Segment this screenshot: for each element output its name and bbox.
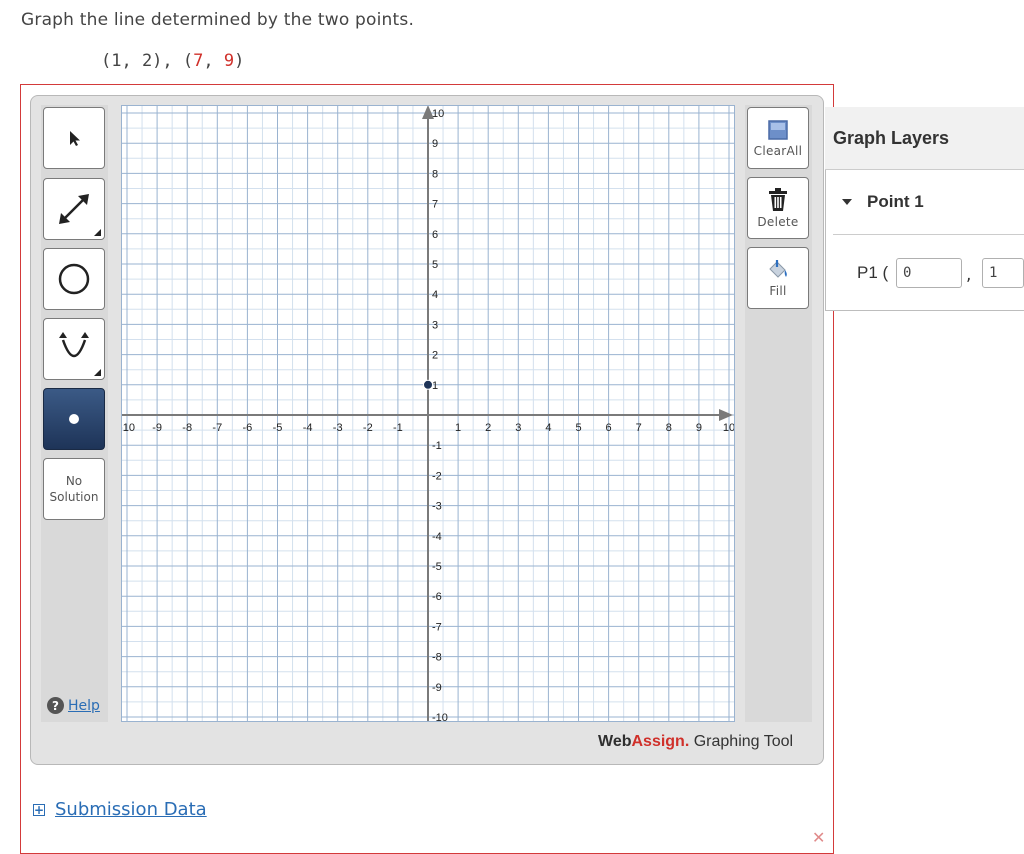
delete-button[interactable]: Delete — [747, 177, 809, 239]
p1-comma: , — [966, 265, 972, 285]
x-tick-label: -10 — [121, 422, 135, 434]
parabola-icon — [59, 332, 89, 358]
circle-icon — [58, 263, 90, 295]
x-tick-label: -4 — [303, 422, 313, 434]
y-tick-label: -2 — [432, 470, 442, 482]
help-icon: ? — [47, 697, 64, 714]
y-tick-label: 7 — [432, 199, 438, 211]
x-tick-label: -9 — [152, 422, 162, 434]
x-tick-label: -6 — [243, 422, 253, 434]
y-tick-label: -8 — [432, 652, 442, 664]
x-tick-label: 3 — [515, 422, 521, 434]
expand-plus-icon: + — [33, 802, 45, 817]
arrow-cursor-icon — [70, 131, 80, 146]
plotted-point — [423, 379, 433, 390]
x-tick-label: -8 — [182, 422, 192, 434]
coordinate-grid[interactable]: -10 -9 -8 -7 -6 -5 -4 -3 -2 -1 1 2 3 4 5 6 7 8 9 10 -10 -9 -8 -… — [121, 105, 735, 722]
line-tool-button[interactable] — [43, 178, 105, 240]
y-tick-label: 3 — [432, 319, 438, 331]
x-tick-label: 7 — [636, 422, 642, 434]
y-tick-label: -9 — [432, 682, 442, 694]
x-tick-label: -3 — [333, 422, 343, 434]
submission-data-toggle[interactable]: + Submission Data — [33, 799, 207, 820]
no-solution-button[interactable]: No Solution — [43, 458, 105, 520]
y-tick-label: -7 — [432, 621, 442, 633]
x-tick-label: -1 — [393, 422, 403, 434]
x-tick-label: 2 — [485, 422, 491, 434]
x-tick-label: 1 — [455, 422, 461, 434]
y-tick-label: -10 — [432, 712, 448, 722]
y-tick-label: 1 — [432, 380, 438, 392]
collapse-caret-icon[interactable] — [842, 199, 852, 205]
y-tick-label: -1 — [432, 440, 442, 452]
y-tick-label: -4 — [432, 531, 442, 543]
clear-all-button[interactable]: ClearAll — [747, 107, 809, 169]
x-tick-label: 9 — [696, 422, 702, 434]
x-tick-label: 10 — [723, 422, 735, 434]
webassign-brand: WebAssign. Graphing Tool — [598, 733, 794, 750]
trash-icon — [769, 187, 787, 211]
graph-layers-title: Graph Layers — [833, 128, 950, 148]
given-points: (1, 2), (7, 9) — [101, 51, 245, 71]
y-tick-label: 5 — [432, 259, 438, 271]
paint-bucket-icon — [769, 259, 787, 278]
y-tick-label: 2 — [432, 350, 438, 362]
y-tick-label: 6 — [432, 229, 438, 241]
y-tick-label: 4 — [432, 289, 438, 301]
pointer-tool-button[interactable] — [43, 107, 105, 169]
y-tick-label: -5 — [432, 561, 442, 573]
y-tick-label: -3 — [432, 501, 442, 513]
x-tick-label: -5 — [273, 422, 283, 434]
point-icon — [69, 414, 79, 424]
question-prompt: Graph the line determined by the two poi… — [21, 10, 415, 30]
p1-label: P1 ( — [857, 263, 889, 282]
point-tool-button[interactable] — [43, 388, 105, 450]
x-tick-label: 8 — [666, 422, 672, 434]
layer-item-point1[interactable]: Point 1 — [867, 192, 924, 212]
circle-tool-button[interactable] — [43, 248, 105, 310]
x-tick-label: 6 — [606, 422, 612, 434]
point2-x: 7 — [193, 51, 204, 71]
x-tick-label: 4 — [545, 422, 551, 434]
p1-y-input[interactable] — [982, 258, 1024, 288]
y-tick-label: -6 — [432, 591, 442, 603]
x-tick-label: -2 — [363, 422, 373, 434]
help-link[interactable]: ? Help — [47, 697, 100, 714]
p1-x-input[interactable] — [896, 258, 962, 288]
clear-square-icon — [768, 119, 788, 140]
x-tick-label: 5 — [575, 422, 581, 434]
y-tick-label: 9 — [432, 138, 438, 150]
y-tick-label: 8 — [432, 168, 438, 180]
double-arrow-line-icon — [59, 194, 89, 224]
incorrect-x-icon: ✕ — [812, 828, 826, 847]
y-tick-label: 10 — [432, 108, 444, 120]
parabola-tool-button[interactable] — [43, 318, 105, 380]
point2-y: 9 — [223, 51, 235, 71]
fill-button[interactable]: Fill — [747, 247, 809, 309]
x-tick-label: -7 — [212, 422, 222, 434]
divider — [833, 234, 1024, 235]
